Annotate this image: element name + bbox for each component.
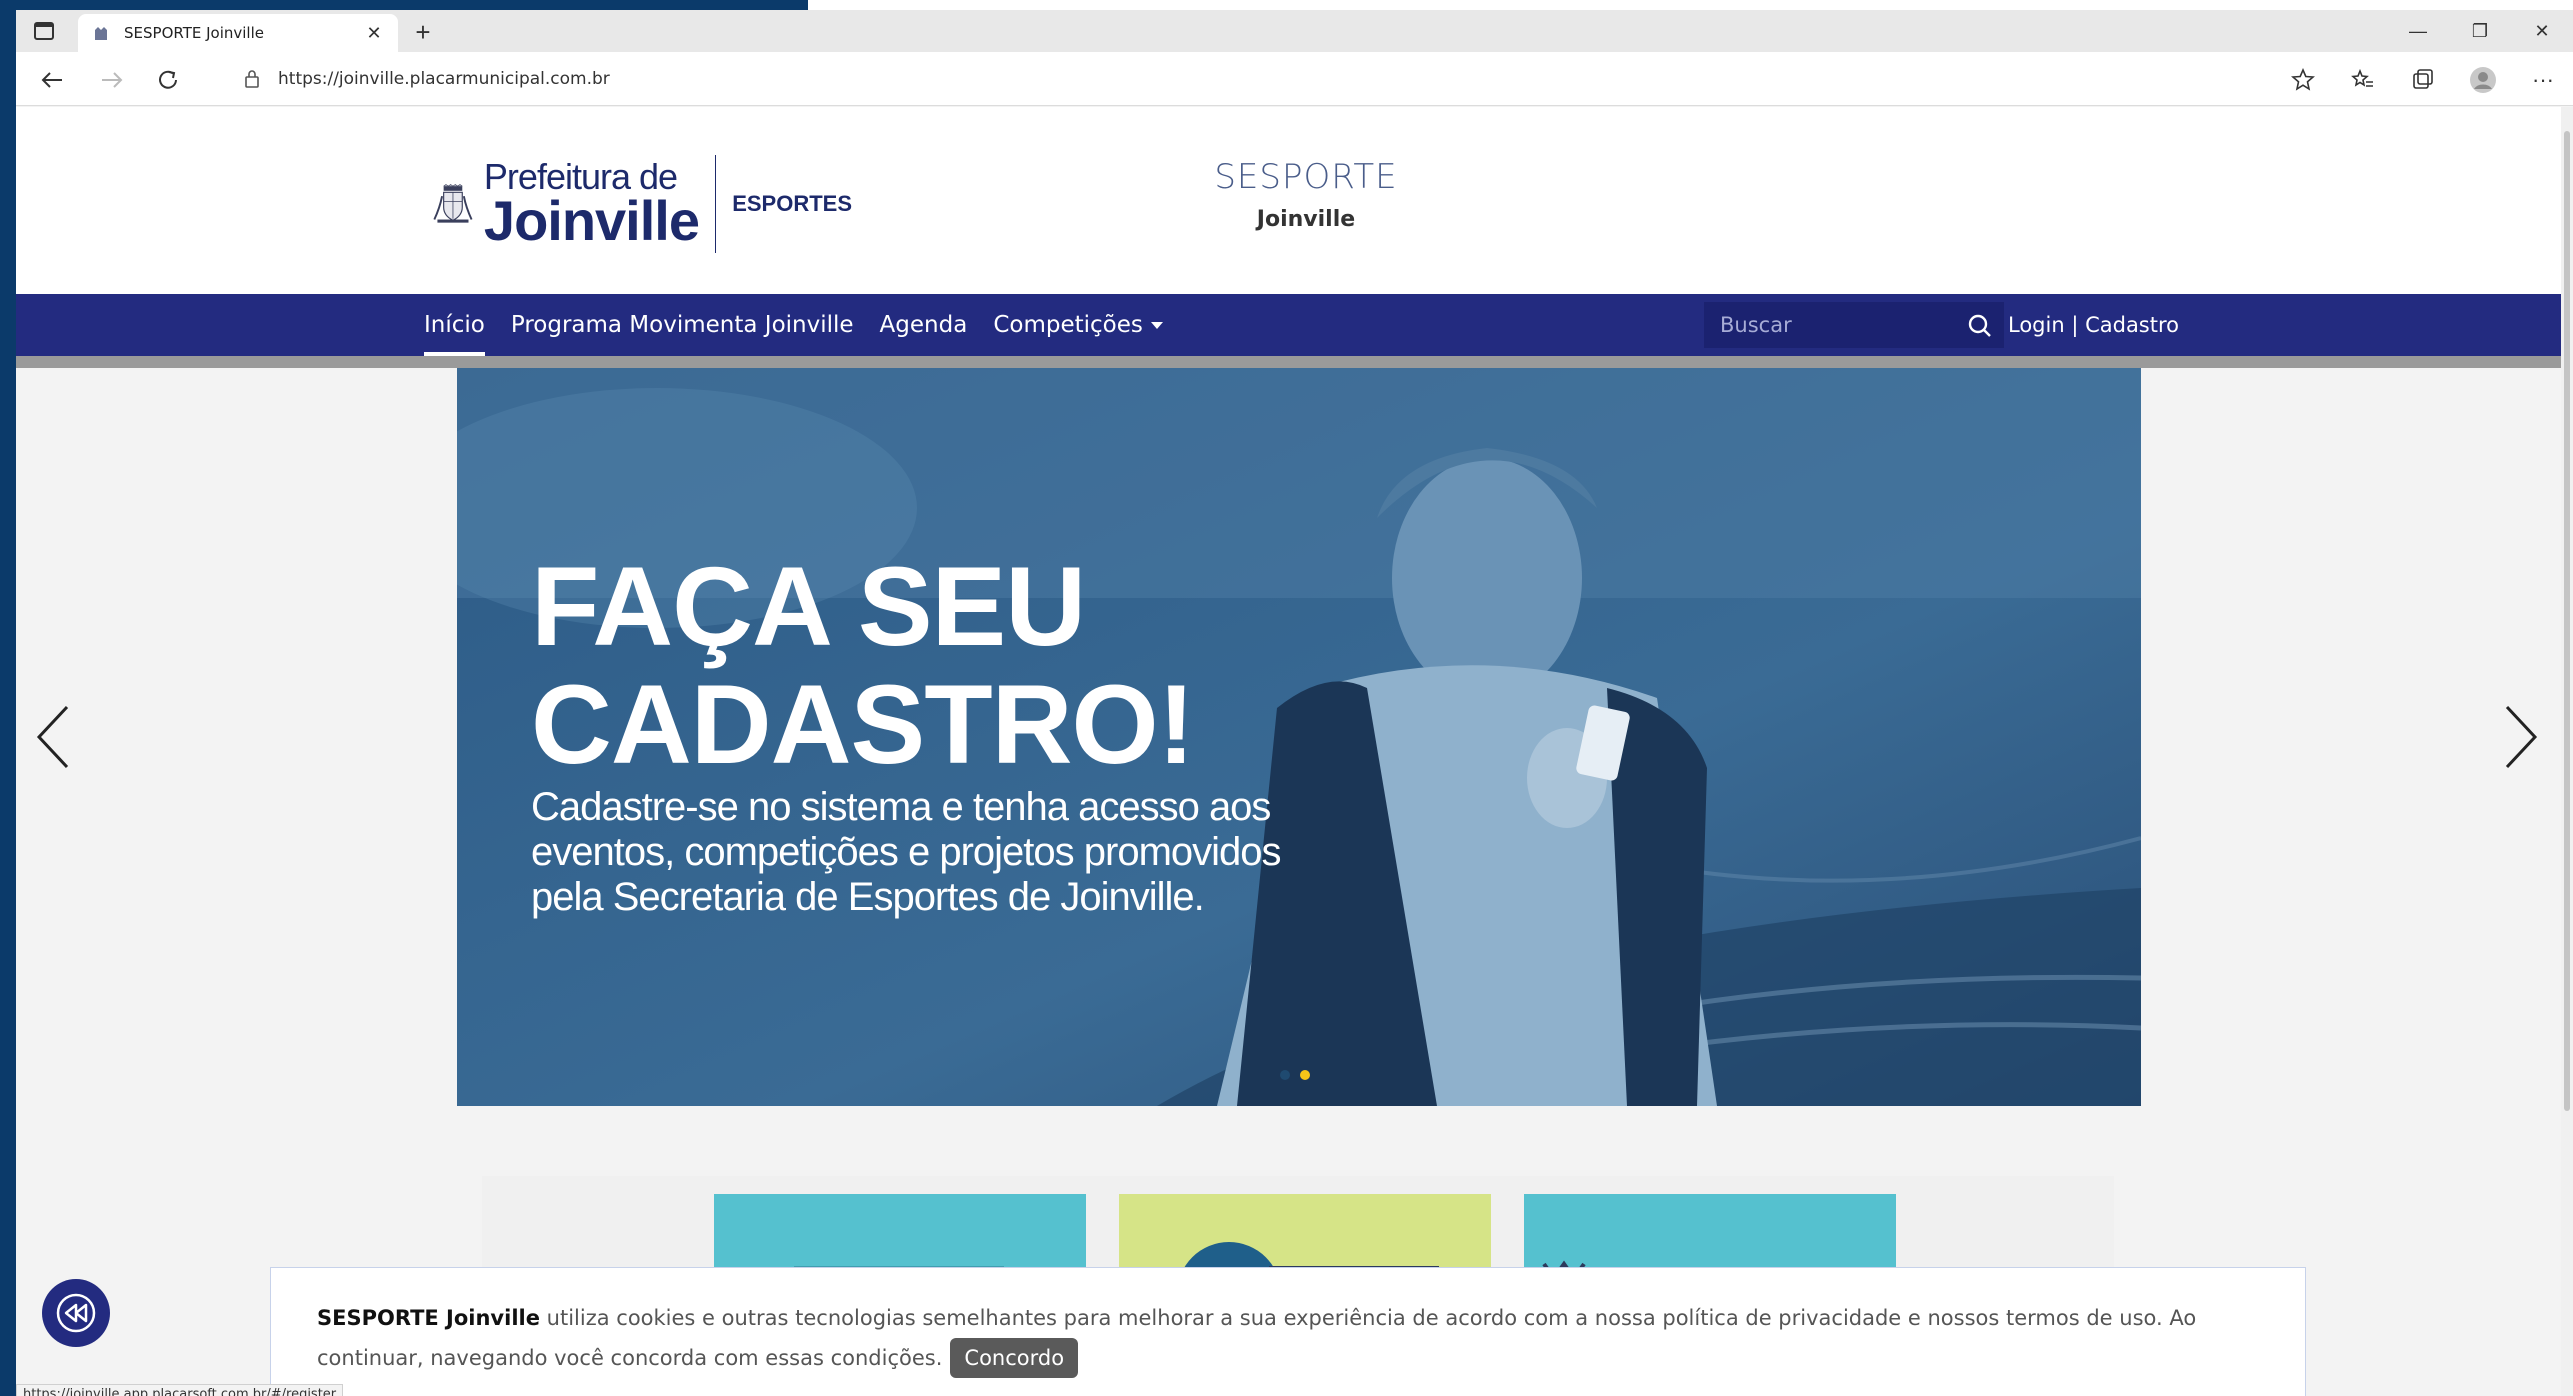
logo-line2: Joinville <box>483 189 700 252</box>
brand-subtitle: Joinville <box>1256 207 1356 232</box>
logo-divider <box>715 155 717 253</box>
forward-icon[interactable] <box>96 64 128 96</box>
more-options-icon[interactable]: ··· <box>2513 64 2573 96</box>
close-tab-icon[interactable]: ✕ <box>362 21 386 45</box>
close-window-icon[interactable]: ✕ <box>2511 10 2573 52</box>
new-tab-button[interactable]: + <box>408 17 438 47</box>
main-nav: Início Programa Movimenta Joinville Agen… <box>16 294 2561 356</box>
login-register-link[interactable]: Login | Cadastro <box>2008 294 2179 356</box>
carousel-prev-icon[interactable] <box>28 697 78 777</box>
status-bar-url: https://joinville.app.placarsoft.com.br/… <box>16 1384 344 1396</box>
prefeitura-logo[interactable]: Prefeitura de Joinville ESPORTES <box>432 149 852 259</box>
collections-icon[interactable] <box>2393 64 2453 96</box>
carousel-next-icon[interactable] <box>2496 697 2546 777</box>
logo-dept: ESPORTES <box>732 191 852 216</box>
hero-title-line1: FAÇA SEU <box>531 544 1086 669</box>
search-box <box>1704 302 2004 348</box>
search-icon[interactable] <box>1966 312 1994 340</box>
brand-name: SESPORTE <box>1214 157 1398 197</box>
lock-icon <box>245 70 259 88</box>
rewind-icon[interactable] <box>42 1279 110 1347</box>
cookie-banner: SESPORTE Joinville utiliza cookies e out… <box>270 1267 2306 1396</box>
carousel-dot-active[interactable] <box>1300 1070 1310 1080</box>
nav-underbar <box>16 356 2561 368</box>
hero-title-line2: CADASTRO! <box>531 661 1195 787</box>
scrollbar-thumb[interactable] <box>2564 131 2570 1111</box>
profile-avatar-icon[interactable] <box>2453 64 2513 96</box>
tab-strip: SESPORTE Joinville ✕ + — ❐ ✕ <box>16 10 2573 52</box>
url-text: https://joinville.placarmunicipal.com.br <box>278 69 610 89</box>
tab-actions-icon[interactable] <box>30 18 58 44</box>
favorites-icon[interactable] <box>2333 64 2393 96</box>
restore-icon[interactable]: ❐ <box>2449 10 2511 52</box>
browser-window: SESPORTE Joinville ✕ + — ❐ ✕ https://joi… <box>16 10 2573 1396</box>
agree-cookies-button[interactable]: Concordo <box>950 1338 1079 1378</box>
cookie-message: utiliza cookies e outras tecnologias sem… <box>317 1306 2197 1370</box>
carousel-dot[interactable] <box>1280 1070 1290 1080</box>
city-crest-icon <box>433 184 473 223</box>
nav-item-agenda[interactable]: Agenda <box>880 294 968 356</box>
dropdown-caret-icon <box>1150 321 1163 329</box>
nav-item-competicoes-label: Competições <box>993 312 1143 338</box>
add-favorite-icon[interactable] <box>2273 64 2333 96</box>
nav-item-competicoes[interactable]: Competições <box>993 294 1163 356</box>
minimize-icon[interactable]: — <box>2387 10 2449 52</box>
web-page: Prefeitura de Joinville ESPORTES SESPORT… <box>16 107 2573 1396</box>
nav-item-inicio[interactable]: Início <box>424 294 485 356</box>
refresh-icon[interactable] <box>152 64 184 96</box>
carousel-indicators <box>1275 1070 1315 1080</box>
window-controls: — ❐ ✕ <box>2387 10 2573 52</box>
hero-description: Cadastre-se no sistema e tenha acesso ao… <box>531 785 1282 919</box>
url-bar[interactable]: https://joinville.placarmunicipal.com.br <box>206 60 2326 98</box>
browser-tab[interactable]: SESPORTE Joinville ✕ <box>78 14 398 52</box>
address-toolbar: https://joinville.placarmunicipal.com.br… <box>16 52 2573 106</box>
site-favicon-icon <box>90 22 112 44</box>
toolbar-right: ··· <box>2273 64 2573 96</box>
site-brand: SESPORTE Joinville <box>1116 157 1496 232</box>
cookie-message-paragraph: SESPORTE Joinville utiliza cookies e out… <box>317 1298 2259 1378</box>
cookie-brand: SESPORTE Joinville <box>317 1306 540 1330</box>
page-scrollbar[interactable] <box>2561 107 2573 1396</box>
hero-title: FAÇA SEU CADASTRO! <box>531 544 1195 787</box>
back-icon[interactable] <box>36 64 68 96</box>
nav-item-programa-movimenta[interactable]: Programa Movimenta Joinville <box>511 294 854 356</box>
search-input[interactable] <box>1720 313 1950 337</box>
desktop-edge <box>0 0 2573 10</box>
hero-carousel: FAÇA SEU CADASTRO! Cadastre-se no sistem… <box>457 368 2141 1106</box>
tab-title: SESPORTE Joinville <box>124 24 264 42</box>
site-header: Prefeitura de Joinville ESPORTES SESPORT… <box>16 107 2561 294</box>
